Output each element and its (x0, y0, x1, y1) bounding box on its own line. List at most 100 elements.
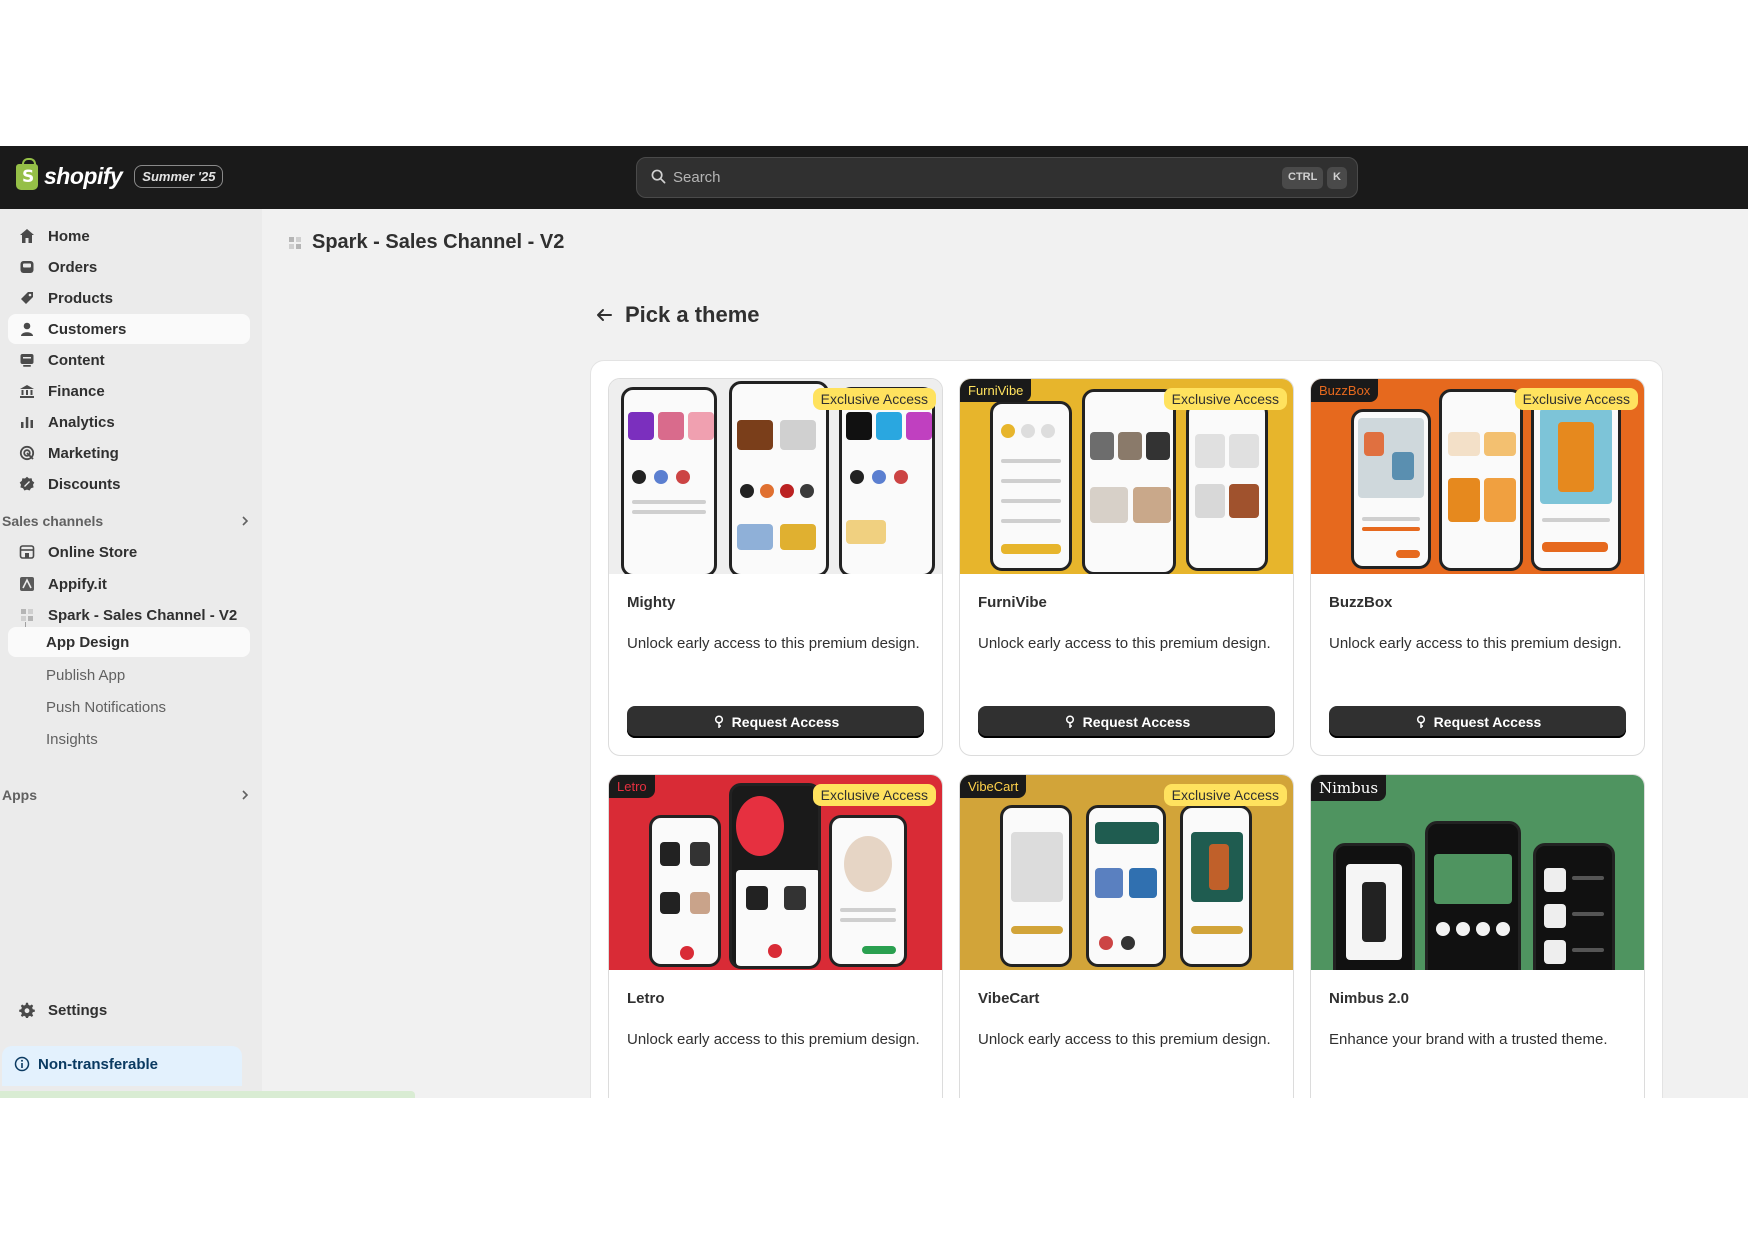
theme-preview-buzzbox: BuzzBox Exclusive Access (1311, 379, 1644, 574)
shopify-bag-icon: S (16, 157, 38, 190)
theme-card-vibecart[interactable]: VibeCart Exclusive Access VibeCart Unloc… (959, 774, 1294, 1098)
exclusive-access-badge: Exclusive Access (1514, 388, 1638, 410)
bar-chart-icon (18, 413, 36, 431)
request-access-label: Request Access (1433, 714, 1542, 730)
request-access-button[interactable]: Request Access (627, 706, 924, 738)
sidebar: Home Orders Products Customers Content F… (0, 209, 415, 1098)
nav-spark-channel[interactable]: Spark - Sales Channel - V2 (8, 600, 250, 630)
theme-name: FurniVibe (978, 594, 1047, 611)
appify-icon (18, 575, 36, 593)
phone-mockup (1439, 389, 1523, 571)
search-bar[interactable]: CTRL K (636, 157, 1358, 198)
phone-mockup (1333, 843, 1415, 970)
nav-appify[interactable]: Appify.it (8, 569, 250, 599)
theme-preview-vibecart: VibeCart Exclusive Access (960, 775, 1293, 970)
phone-mockup (829, 815, 907, 967)
info-icon (14, 1056, 30, 1072)
theme-tag: FurniVibe (960, 379, 1032, 402)
theme-tag: BuzzBox (1311, 379, 1379, 402)
non-transferable-notice[interactable]: Non-transferable (2, 1046, 242, 1086)
arrow-left-icon[interactable] (595, 307, 613, 323)
theme-description: Unlock early access to this premium desi… (627, 1031, 920, 1048)
kbd-ctrl: CTRL (1282, 167, 1324, 189)
chevron-right-icon (242, 516, 249, 526)
nav-home[interactable]: Home (8, 221, 250, 251)
nav-analytics[interactable]: Analytics (8, 407, 250, 437)
bank-icon (18, 382, 36, 400)
theme-name: VibeCart (978, 990, 1040, 1007)
nav-settings-label: Settings (48, 1001, 108, 1019)
edition-badge[interactable]: Summer '25 (134, 165, 224, 188)
inbox-icon (18, 258, 36, 276)
theme-card-buzzbox[interactable]: BuzzBox Exclusive Access BuzzBox Unlock … (1310, 378, 1645, 756)
nav-marketing[interactable]: Marketing (8, 438, 250, 468)
theme-preview-letro: Letro Exclusive Access (609, 775, 942, 970)
search-input[interactable] (673, 158, 1233, 197)
section-title: Pick a theme (625, 302, 760, 327)
top-bar: S shopify Summer '25 CTRL K (0, 146, 1748, 209)
shopify-logo[interactable]: S shopify Summer '25 (16, 157, 224, 190)
nav-discounts-label: Discounts (48, 475, 121, 493)
nav-orders[interactable]: Orders (8, 252, 250, 282)
tag-icon (18, 289, 36, 307)
nav-settings[interactable]: Settings (8, 995, 250, 1025)
theme-card-nimbus[interactable]: Nimbus Nimbus 2.0 Enhance your brand wit… (1310, 774, 1645, 1098)
nav-insights[interactable]: Insights (46, 731, 98, 748)
theme-tag: Nimbus (1311, 775, 1387, 801)
theme-card-letro[interactable]: Letro Exclusive Access Letro Unlock earl… (608, 774, 943, 1098)
phone-mockup (839, 387, 935, 574)
phone-mockup (649, 815, 721, 967)
request-access-button[interactable]: Request Access (978, 706, 1275, 738)
nav-publish-app[interactable]: Publish App (46, 667, 125, 684)
nav-push-notifications[interactable]: Push Notifications (46, 699, 166, 716)
theme-card-mighty[interactable]: Exclusive Access Mighty Unlock early acc… (608, 378, 943, 756)
theme-tag: Letro (609, 775, 655, 798)
nav-content-label: Content (48, 351, 105, 369)
theme-description: Unlock early access to this premium desi… (978, 635, 1271, 652)
nav-finance[interactable]: Finance (8, 376, 250, 406)
phone-mockup (1000, 805, 1072, 967)
section-header: Pick a theme (595, 302, 760, 328)
theme-description: Unlock early access to this premium desi… (978, 1031, 1271, 1048)
theme-card-furnivibe[interactable]: FurniVibe Exclusive Access FurniVibe Unl… (959, 378, 1294, 756)
exclusive-access-badge: Exclusive Access (1163, 388, 1287, 410)
nav-customers-label: Customers (48, 320, 127, 338)
apps-header[interactable]: Apps (2, 787, 250, 803)
request-access-button[interactable]: Request Access (1329, 706, 1626, 738)
nav-customers[interactable]: Customers (8, 314, 250, 344)
nav-discounts[interactable]: Discounts (8, 469, 250, 499)
themes-panel: Exclusive Access Mighty Unlock early acc… (590, 360, 1663, 1098)
nav-analytics-label: Analytics (48, 413, 115, 431)
sales-channels-header[interactable]: Sales channels (2, 513, 250, 529)
nav-online-store[interactable]: Online Store (8, 537, 250, 567)
target-icon (18, 444, 36, 462)
theme-tag: VibeCart (960, 775, 1027, 798)
nav-app-design[interactable]: App Design (8, 627, 250, 657)
theme-description: Enhance your brand with a trusted theme. (1329, 1031, 1608, 1048)
nav-app-design-label: App Design (46, 633, 130, 651)
theme-description: Unlock early access to this premium desi… (627, 635, 920, 652)
nav-home-label: Home (48, 227, 90, 245)
chevron-right-icon (242, 790, 249, 800)
phone-mockup (729, 381, 829, 574)
app-icon (289, 236, 301, 249)
phone-mockup (1180, 805, 1252, 967)
phone-mockup (621, 387, 717, 574)
key-icon (1416, 715, 1425, 728)
page-title: Spark - Sales Channel - V2 (312, 231, 565, 253)
theme-name: Mighty (627, 594, 676, 611)
nav-finance-label: Finance (48, 382, 105, 400)
phone-mockup (1086, 805, 1166, 967)
page-header: Spark - Sales Channel - V2 (288, 231, 564, 254)
theme-name: BuzzBox (1329, 594, 1393, 611)
store-icon (18, 543, 36, 561)
phone-mockup (1186, 401, 1268, 571)
key-icon (714, 715, 723, 728)
phone-mockup (1533, 843, 1615, 970)
main-content: Spark - Sales Channel - V2 Pick a theme (262, 209, 1748, 1098)
theme-name: Nimbus 2.0 (1329, 990, 1410, 1007)
nav-content[interactable]: Content (8, 345, 250, 375)
exclusive-access-badge: Exclusive Access (812, 388, 936, 410)
nav-spark-channel-label: Spark - Sales Channel - V2 (48, 606, 238, 624)
nav-products[interactable]: Products (8, 283, 250, 313)
